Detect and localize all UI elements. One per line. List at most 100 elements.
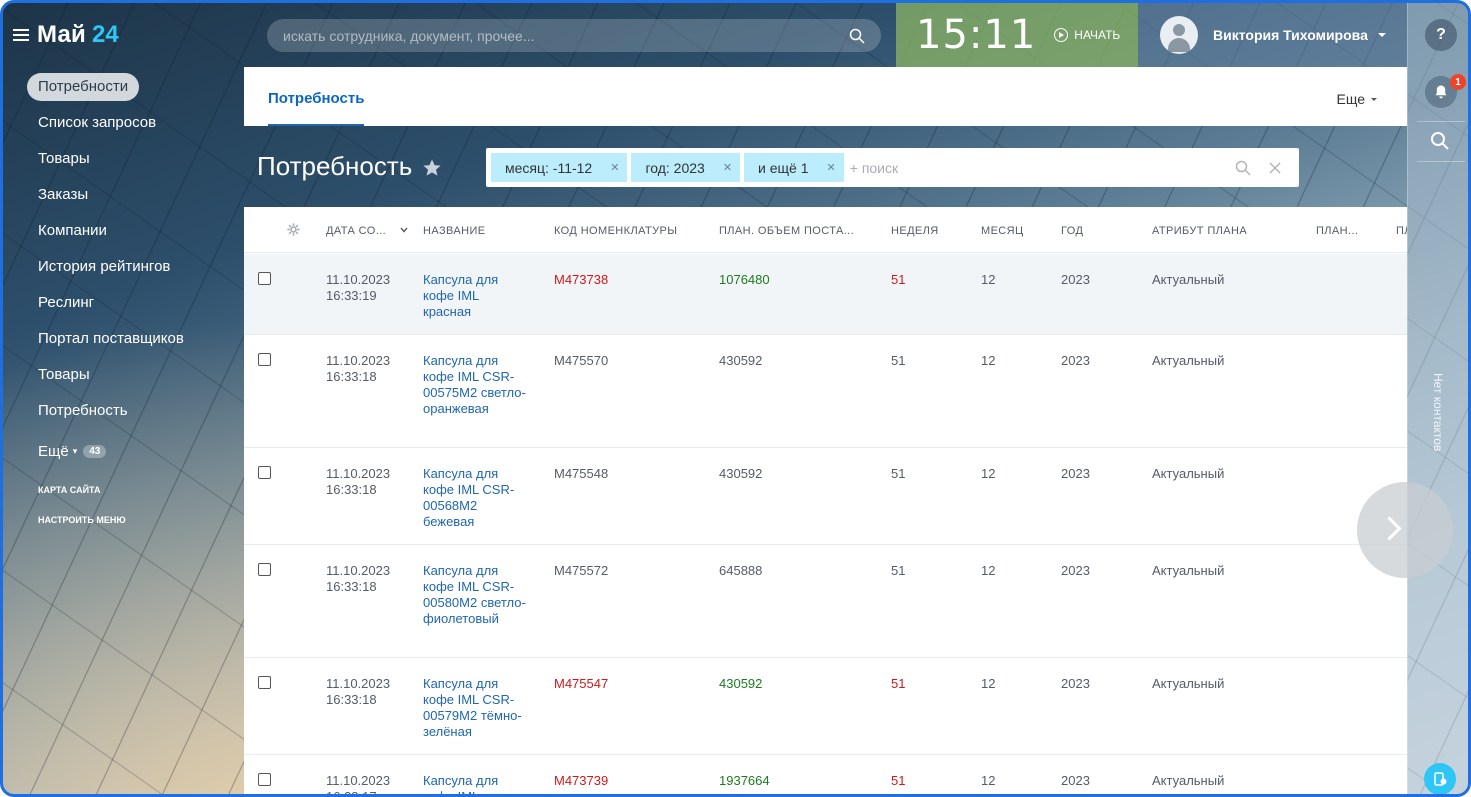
column-header-name[interactable]: НАЗВАНИЕ <box>423 225 486 237</box>
sidebar-item-need[interactable]: Потребность <box>27 397 227 433</box>
sidebar-item-rating-history[interactable]: История рейтингов <box>27 253 227 289</box>
more-tabs-button[interactable]: Еще <box>1336 91 1377 107</box>
user-name[interactable]: Виктория Тихомирова <box>1213 27 1368 43</box>
filter-search-input[interactable]: + поиск <box>850 160 1235 176</box>
table-row[interactable]: 11.10.2023 16:33:17 Капсула для кофе IML … <box>244 755 1407 794</box>
cell-name-link[interactable]: Капсула для кофе IML <box>423 773 529 794</box>
sidebar-more[interactable]: Ещё ▾ 43 <box>27 433 227 469</box>
sidebar-item-needs[interactable]: Потребности <box>27 73 227 109</box>
column-header-date[interactable]: ДАТА СО... <box>326 225 386 237</box>
row-checkbox[interactable] <box>258 563 271 576</box>
more-tabs-label: Еще <box>1336 91 1366 107</box>
sitemap-link[interactable]: КАРТА САЙТА <box>27 475 227 505</box>
clock: 15:11 <box>916 12 1037 58</box>
table-row[interactable]: 11.10.2023 16:33:18 Капсула для кофе IML … <box>244 448 1407 545</box>
cell-week: 51 <box>891 466 906 481</box>
cell-month: 12 <box>981 272 996 287</box>
filter-chip-label: и ещё 1 <box>758 159 809 176</box>
cell-plan: 1937664 <box>719 773 770 788</box>
column-header-month[interactable]: МЕСЯЦ <box>981 225 1024 237</box>
table-row[interactable]: 11.10.2023 16:33:18 Капсула для кофе IML … <box>244 658 1407 755</box>
table-row[interactable]: 11.10.2023 16:33:18 Капсула для кофе IML … <box>244 335 1407 448</box>
avatar[interactable] <box>1160 16 1198 54</box>
cell-name-link[interactable]: Капсула для кофе IML красная <box>423 272 529 320</box>
data-table: ДАТА СО... НАЗВАНИЕ КОД НОМЕНКЛАТУРЫ ПЛА… <box>244 207 1407 794</box>
sidebar-item-label: Потребности <box>27 73 140 101</box>
cell-week: 51 <box>891 353 906 368</box>
cell-name-link[interactable]: Капсула для кофе IML CSR-00579M2 тёмно-з… <box>423 676 529 740</box>
search-icon[interactable] <box>1428 129 1452 153</box>
notification-badge: 1 <box>1450 74 1466 90</box>
column-header-plan-3[interactable]: ПЛ <box>1396 225 1407 237</box>
scroll-right-button[interactable] <box>1357 482 1453 578</box>
star-icon[interactable] <box>422 158 442 178</box>
sidebar-item-supplier-portal[interactable]: Портал поставщиков <box>27 325 227 361</box>
cell-name-link[interactable]: Капсула для кофе IML CSR-00580M2 светло-… <box>423 563 529 627</box>
sidebar-item-wrestling[interactable]: Реслинг <box>27 289 227 325</box>
search-icon[interactable] <box>849 28 865 44</box>
column-header-year[interactable]: ГОД <box>1061 225 1083 237</box>
filter-bar[interactable]: месяц: -11-12 ✕ год: 2023 ✕ и ещё 1 ✕ + … <box>486 148 1299 187</box>
global-search[interactable] <box>267 19 881 52</box>
cell-code: M475572 <box>554 563 609 578</box>
phone-chat-icon <box>1434 772 1447 786</box>
bell-icon <box>1435 85 1447 99</box>
column-header-plan[interactable]: ПЛАН. ОБЪЕМ ПОСТА... <box>719 225 854 237</box>
tab-need[interactable]: Потребность <box>268 67 365 126</box>
gear-icon[interactable] <box>287 223 300 236</box>
cell-date: 11.10.2023 16:33:18 <box>326 563 391 594</box>
close-icon[interactable]: ✕ <box>610 161 619 174</box>
cell-name-link[interactable]: Капсула для кофе IML CSR-00568M2 бежевая <box>423 466 529 530</box>
sidebar-item-requests[interactable]: Список запросов <box>27 109 227 145</box>
column-header-plan-2[interactable]: ПЛАН... <box>1316 225 1358 237</box>
cell-year: 2023 <box>1061 773 1090 788</box>
help-icon[interactable]: ? <box>1425 19 1457 51</box>
logo-version: 24 <box>92 21 119 48</box>
row-checkbox[interactable] <box>258 353 271 366</box>
logo[interactable]: Май 24 <box>13 21 119 49</box>
table-row[interactable]: 11.10.2023 16:33:18 Капсула для кофе IML … <box>244 545 1407 658</box>
sidebar-item-orders[interactable]: Заказы <box>27 181 227 217</box>
menu-burger-icon[interactable] <box>13 29 29 41</box>
column-header-week[interactable]: НЕДЕЛЯ <box>891 225 939 237</box>
close-icon[interactable]: ✕ <box>827 161 836 174</box>
sidebar-item-companies[interactable]: Компании <box>27 217 227 253</box>
cell-date: 11.10.2023 16:33:19 <box>326 272 391 303</box>
search-input[interactable] <box>283 27 849 44</box>
work-time-widget: 15:11 НАЧАТЬ <box>896 3 1138 67</box>
table-header: ДАТА СО... НАЗВАНИЕ КОД НОМЕНКЛАТУРЫ ПЛА… <box>244 207 1407 253</box>
sort-chevron-icon[interactable] <box>400 227 408 233</box>
cell-date: 11.10.2023 16:33:18 <box>326 466 391 497</box>
row-checkbox[interactable] <box>258 466 271 479</box>
chat-icon[interactable] <box>1424 763 1456 794</box>
cell-code: M473739 <box>554 773 609 788</box>
logo-name: Май <box>37 21 86 48</box>
chevron-down-icon: ▾ <box>72 445 78 456</box>
chevron-down-icon <box>1371 97 1377 101</box>
filter-chip-month[interactable]: месяц: -11-12 ✕ <box>491 153 628 182</box>
table-row[interactable]: 11.10.2023 16:33:19 Капсула для кофе IML … <box>244 254 1407 335</box>
cell-date: 11.10.2023 16:33:18 <box>326 353 391 384</box>
sidebar-item-label: Компании <box>38 222 107 239</box>
column-header-code[interactable]: КОД НОМЕНКЛАТУРЫ <box>554 225 677 237</box>
cell-year: 2023 <box>1061 563 1090 578</box>
filter-chip-year[interactable]: год: 2023 ✕ <box>631 153 741 182</box>
sidebar-item-label: Потребность <box>38 402 128 419</box>
column-header-attr[interactable]: АТРИБУТ ПЛАНА <box>1152 225 1247 237</box>
rail-divider <box>1417 121 1465 122</box>
search-icon[interactable] <box>1235 160 1251 176</box>
configure-menu-link[interactable]: НАСТРОИТЬ МЕНЮ <box>27 505 227 535</box>
sidebar-item-goods[interactable]: Товары <box>27 145 227 181</box>
cell-name-link[interactable]: Капсула для кофе IML CSR-00575M2 светло-… <box>423 353 529 417</box>
row-checkbox[interactable] <box>258 272 271 285</box>
close-icon[interactable]: ✕ <box>723 161 732 174</box>
user-menu[interactable]: Виктория Тихомирова <box>1138 3 1407 67</box>
start-workday-button[interactable]: НАЧАТЬ <box>1054 28 1120 42</box>
cell-week: 51 <box>891 563 906 578</box>
row-checkbox[interactable] <box>258 773 271 786</box>
cell-month: 12 <box>981 353 996 368</box>
row-checkbox[interactable] <box>258 676 271 689</box>
clear-icon[interactable] <box>1267 160 1283 176</box>
filter-chip-more[interactable]: и ещё 1 ✕ <box>744 153 844 182</box>
sidebar-item-goods-2[interactable]: Товары <box>27 361 227 397</box>
